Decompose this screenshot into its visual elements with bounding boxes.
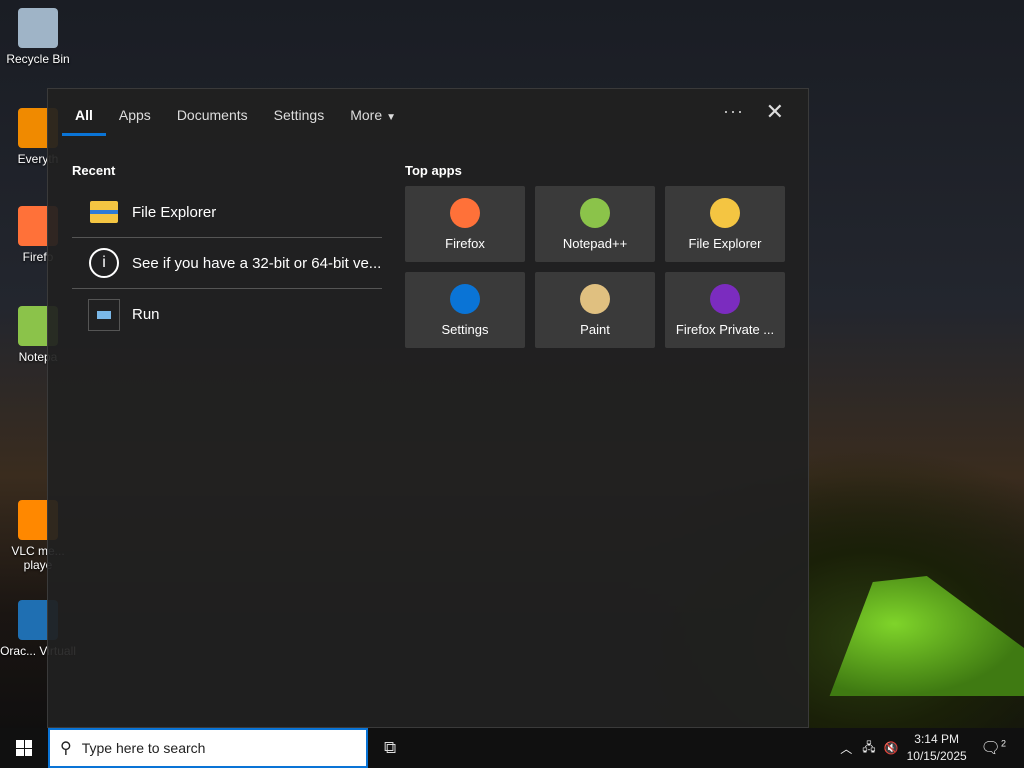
- clock[interactable]: 3:14 PM 10/15/2025: [907, 731, 967, 765]
- volume-muted-icon[interactable]: 🔇: [884, 741, 899, 755]
- run-icon: [88, 298, 120, 331]
- top-app-label: File Explorer: [688, 235, 762, 251]
- recent-item[interactable]: i See if you have a 32-bit or 64-bit ve..…: [72, 238, 382, 289]
- desktop-icon[interactable]: Recycle Bin: [0, 8, 76, 66]
- system-tray: ︿ 🖧 🔇 3:14 PM 10/15/2025 🗨2: [840, 728, 1024, 768]
- start-button[interactable]: [16, 740, 32, 756]
- top-app-tile[interactable]: Firefox Private ...: [665, 272, 785, 348]
- wallpaper-tent: [829, 576, 1024, 696]
- tab-settings[interactable]: Settings: [261, 105, 338, 136]
- tab-all[interactable]: All: [62, 105, 106, 136]
- top-app-tile[interactable]: Firefox: [405, 186, 525, 262]
- top-app-label: Notepad++: [562, 235, 628, 251]
- top-app-tile[interactable]: Notepad++: [535, 186, 655, 262]
- app-icon: [710, 197, 740, 228]
- chevron-up-icon[interactable]: ︿: [840, 740, 852, 757]
- notifications-icon[interactable]: 🗨2: [981, 738, 1006, 758]
- recent-heading: Recent: [72, 163, 116, 178]
- search-placeholder: Type here to search: [81, 740, 206, 756]
- top-app-label: Settings: [441, 321, 489, 337]
- search-panel: All Apps Documents Settings More ▼ ··· ✕ Rece…: [47, 88, 809, 728]
- recent-item[interactable]: Run: [72, 289, 382, 340]
- search-icon: ⚲: [60, 740, 72, 757]
- top-app-tile[interactable]: Settings: [405, 272, 525, 348]
- recent-item-label: See if you have a 32-bit or 64-bit ve...: [132, 254, 382, 272]
- top-apps-heading: Top apps: [405, 163, 462, 178]
- recent-item[interactable]: File Explorer: [72, 187, 382, 238]
- tab-label: More: [350, 107, 383, 123]
- network-icon[interactable]: 🖧: [862, 738, 875, 759]
- app-icon: [710, 283, 740, 314]
- recent-list: File Explorer i See if you have a 32-bit o…: [72, 187, 382, 340]
- tab-apps[interactable]: Apps: [106, 105, 164, 136]
- app-icon: [18, 8, 58, 48]
- top-app-label: Firefox: [445, 235, 485, 251]
- taskbar: ⚲ Type here to search ⧉ ︿ 🖧 🔇 3:14 PM 10…: [0, 728, 1024, 768]
- tab-more[interactable]: More ▼: [337, 105, 409, 136]
- options-button[interactable]: ···: [723, 101, 744, 122]
- search-input[interactable]: ⚲ Type here to search: [48, 728, 368, 768]
- caret-down-icon: ▼: [386, 112, 397, 123]
- top-app-label: Firefox Private ...: [675, 321, 775, 337]
- tab-label: Documents: [176, 107, 248, 123]
- folder-icon: [88, 196, 120, 228]
- app-icon: [450, 283, 480, 314]
- app-icon: [450, 197, 480, 228]
- top-app-tile[interactable]: File Explorer: [665, 186, 785, 262]
- search-tabs: All Apps Documents Settings More ▼: [62, 105, 409, 136]
- task-view-icon[interactable]: ⧉: [384, 738, 396, 758]
- top-app-tile[interactable]: Paint: [535, 272, 655, 348]
- tab-label: Apps: [118, 107, 151, 123]
- notification-count: 2: [1000, 738, 1006, 749]
- recent-item-label: File Explorer: [132, 203, 217, 221]
- close-button[interactable]: ✕: [766, 99, 784, 125]
- tab-documents[interactable]: Documents: [164, 105, 261, 136]
- recent-item-label: Run: [132, 306, 160, 323]
- top-apps-grid: Firefox Notepad++ File Explorer Settings Pai…: [405, 186, 785, 348]
- app-icon: [580, 197, 610, 228]
- top-app-label: Paint: [580, 321, 610, 337]
- app-icon: [580, 283, 610, 314]
- date: 10/15/2025: [906, 749, 967, 763]
- info-icon: i: [88, 247, 120, 279]
- time: 3:14 PM: [914, 732, 959, 746]
- tab-label: All: [75, 107, 93, 123]
- tab-label: Settings: [273, 107, 325, 123]
- desktop-icon-label: Recycle Bin: [6, 52, 70, 66]
